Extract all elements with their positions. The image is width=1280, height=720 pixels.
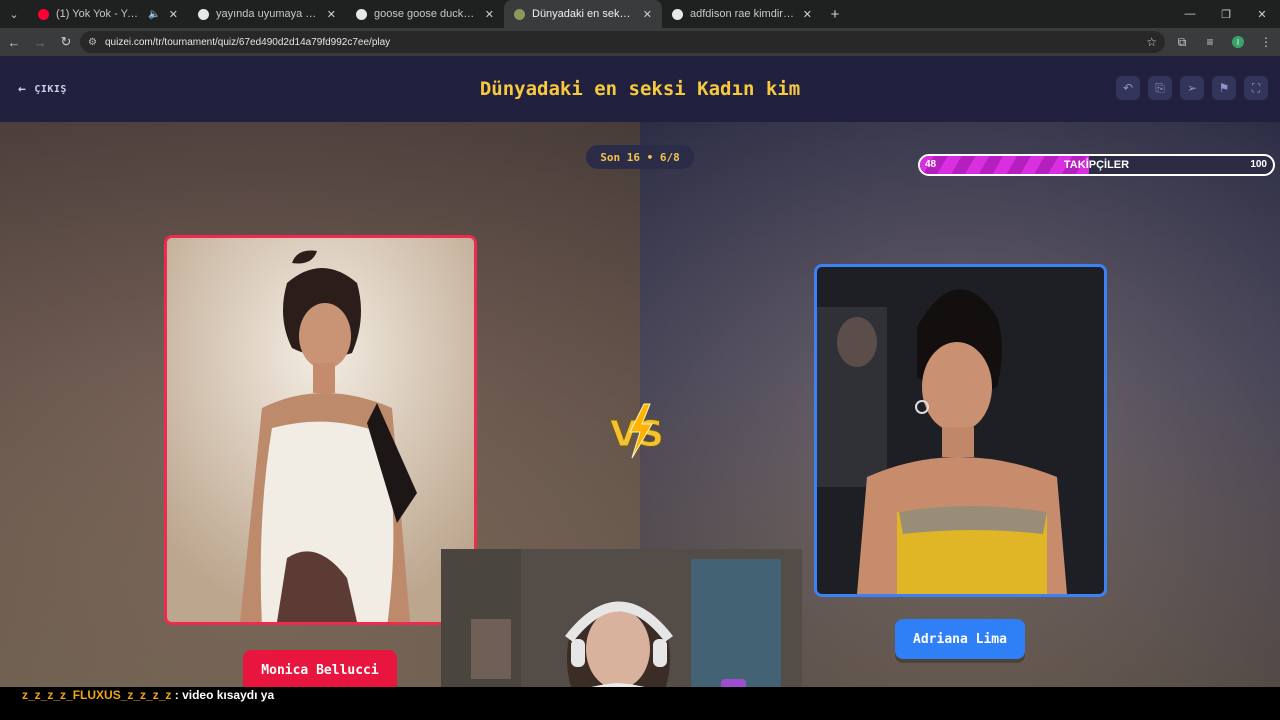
tab-title: adfdison rae kimdir - Google'da xyxy=(690,8,795,20)
close-tab-icon[interactable]: ✕ xyxy=(803,8,812,21)
chat-separator: : xyxy=(171,688,183,702)
url-text: quizei.com/tr/tournament/quiz/67ed490d2d… xyxy=(104,36,391,48)
chat-text: video kısaydı ya xyxy=(182,688,275,702)
close-tab-icon[interactable]: ✕ xyxy=(169,8,178,21)
followers-target: 100 xyxy=(1250,159,1267,170)
browser-tab-5[interactable]: adfdison rae kimdir - Google'da ✕ xyxy=(662,0,822,28)
versus-lightning-icon: VS xyxy=(610,403,664,459)
youtube-favicon-icon xyxy=(38,8,49,20)
flag-icon[interactable]: ⚑ xyxy=(1212,76,1236,100)
fullscreen-icon[interactable]: ⛶ xyxy=(1244,76,1268,100)
browser-tab-1[interactable]: (1) Yok Yok - YouTube 🔈 ✕ xyxy=(28,0,188,28)
chat-username: z_z_z_z_FLUXUS_z_z_z_z xyxy=(22,688,172,702)
webcam-scene xyxy=(441,549,802,687)
window-controls: — ❐ ✕ xyxy=(1172,0,1280,28)
round-indicator: Son 16 • 6/8 xyxy=(586,145,694,169)
quiz-header: ← ÇIKIŞ Dünyadaki en seksi Kadın kim ↶ ⎘… xyxy=(0,56,1280,122)
minimize-icon[interactable]: — xyxy=(1172,0,1208,28)
browser-menu-icon[interactable]: ⋮ xyxy=(1252,28,1280,56)
google-favicon-icon xyxy=(672,8,683,20)
tab-search-chevron-icon[interactable]: ⌄ xyxy=(0,0,28,28)
close-tab-icon[interactable]: ✕ xyxy=(485,8,494,21)
tab-title: yayında uyumaya çalışan kadın xyxy=(216,8,319,20)
reload-icon[interactable]: ↻ xyxy=(54,30,78,54)
restore-icon[interactable]: ❐ xyxy=(1208,0,1244,28)
google-favicon-icon xyxy=(356,8,367,20)
matchup-arena: Son 16 • 6/8 48 TAKİPÇİLER 100 VS Monica… xyxy=(0,122,1280,687)
webcam-overlay xyxy=(441,549,802,687)
browser-address-bar: ← → ↻ ⚙ quizei.com/tr/tournament/quiz/67… xyxy=(0,28,1280,56)
header-tools: ↶ ⎘ ➢ ⚑ ⛶ xyxy=(1116,76,1268,100)
site-info-icon[interactable]: ⚙ xyxy=(88,37,97,48)
bookmark-star-icon[interactable]: ☆ xyxy=(1146,35,1157,49)
forward-icon[interactable]: → xyxy=(28,30,52,54)
followers-label: TAKİPÇİLER xyxy=(1063,159,1130,171)
google-favicon-icon xyxy=(198,8,209,20)
left-photo-illustration xyxy=(167,238,474,622)
close-window-icon[interactable]: ✕ xyxy=(1244,0,1280,28)
right-contestant-photo[interactable] xyxy=(814,264,1107,597)
choose-right-button[interactable]: Adriana Lima xyxy=(895,619,1025,659)
speaker-icon[interactable]: 🔈 xyxy=(148,9,160,20)
choose-left-button[interactable]: Monica Bellucci xyxy=(243,650,397,687)
undo-icon[interactable]: ↶ xyxy=(1116,76,1140,100)
quiz-page: ← ÇIKIŞ Dünyadaki en seksi Kadın kim ↶ ⎘… xyxy=(0,56,1280,687)
stream-chat-bar: z_z_z_z_FLUXUS_z_z_z_z : video kısaydı y… xyxy=(0,687,1280,720)
profile-avatar[interactable]: I xyxy=(1232,36,1244,48)
share-icon[interactable]: ⎘ xyxy=(1148,76,1172,100)
media-control-icon[interactable]: ≡ xyxy=(1196,28,1224,56)
browser-toolbar-right: ⧉ ≡ I ⋮ xyxy=(1168,28,1280,56)
browser-tab-4-active[interactable]: Dünyadaki en seksi Kadın kim - ✕ xyxy=(504,0,662,28)
quiz-title: Dünyadaki en seksi Kadın kim xyxy=(479,78,801,100)
new-tab-button[interactable]: + xyxy=(822,6,848,23)
send-icon[interactable]: ➢ xyxy=(1180,76,1204,100)
back-icon[interactable]: ← xyxy=(2,30,26,54)
url-field[interactable]: ⚙ quizei.com/tr/tournament/quiz/67ed490d… xyxy=(80,31,1165,53)
close-tab-icon[interactable]: ✕ xyxy=(643,8,652,21)
browser-tab-bar: ⌄ (1) Yok Yok - YouTube 🔈 ✕ yayında uyum… xyxy=(0,0,1280,28)
close-tab-icon[interactable]: ✕ xyxy=(327,8,336,21)
right-photo-illustration xyxy=(817,267,1104,594)
browser-tab-2[interactable]: yayında uyumaya çalışan kadın ✕ xyxy=(188,0,346,28)
extensions-icon[interactable]: ⧉ xyxy=(1168,28,1196,56)
browser-tab-3[interactable]: goose goose duck oyun nasıl - ✕ xyxy=(346,0,504,28)
followers-progress-bar: 48 TAKİPÇİLER 100 xyxy=(918,154,1275,176)
quizei-favicon-icon xyxy=(514,8,525,20)
tab-title: goose goose duck oyun nasıl - xyxy=(374,8,477,20)
chat-message: z_z_z_z_FLUXUS_z_z_z_z : video kısaydı y… xyxy=(22,688,274,702)
left-contestant-photo[interactable] xyxy=(164,235,477,625)
tab-title: (1) Yok Yok - YouTube xyxy=(56,8,142,20)
tab-title: Dünyadaki en seksi Kadın kim - xyxy=(532,8,635,20)
